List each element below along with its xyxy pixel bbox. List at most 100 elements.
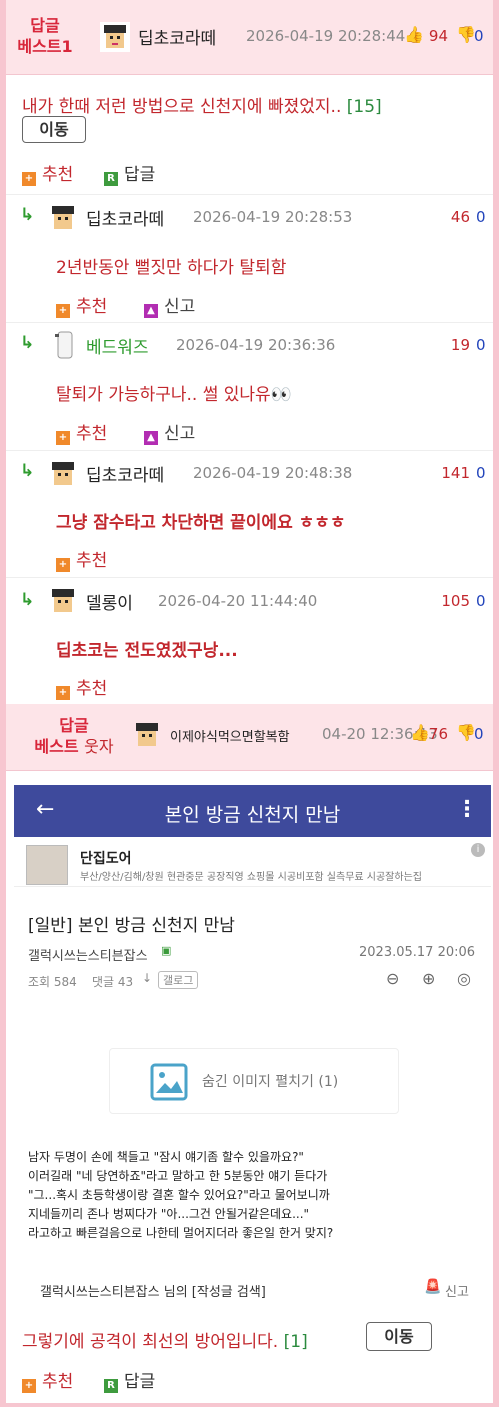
reply-count: [15]	[346, 97, 382, 117]
downvote-count: 0	[476, 208, 486, 226]
recommend-label: 추천	[42, 1372, 74, 1392]
best-label-suffix: 웃자	[84, 737, 114, 756]
reply-text: 탈퇴가 가능하구나.. 썰 있나유👀	[56, 385, 292, 405]
zoom-out-icon: ⊖	[386, 969, 400, 988]
post-line: 이러길래 "네 당연하죠"라고 말하고 한 5분동안 얘기 듣다가	[28, 1169, 328, 1183]
reply-nick[interactable]: 딥초코라떼	[86, 461, 164, 486]
post-line: "그...혹시 초등학생이랑 결혼 할수 있어요?"라고 물어보니까	[28, 1188, 330, 1202]
siren-icon: 🚨	[424, 1279, 442, 1295]
comment-time: 2026-04-19 20:28:44	[246, 27, 406, 45]
recommend-button[interactable]: + 추천	[22, 1367, 73, 1393]
downvote-count: 0	[474, 725, 484, 743]
gallog-button: 갤로그	[158, 971, 199, 989]
thumbs-down-icon[interactable]: 👎	[456, 25, 476, 44]
post-title: [일반] 본인 방금 신천지 만남	[28, 916, 235, 936]
comment-nick[interactable]: 이제야식먹으면할복함	[170, 726, 290, 745]
best-label: 답글 베스트1	[16, 15, 74, 57]
recommend-label: 추천	[76, 297, 108, 317]
info-icon: i	[471, 843, 485, 857]
reply-nick[interactable]: 베드워즈	[86, 333, 149, 358]
recommend-button[interactable]: + 추천	[56, 546, 107, 572]
more-icon: ⋮	[456, 797, 478, 822]
reply-arrow-icon: ↳	[20, 333, 35, 353]
recommend-label: 추천	[42, 165, 74, 185]
recommend-button[interactable]: + 추천	[56, 419, 107, 445]
gallog-badge-icon: ▣	[161, 944, 172, 957]
reply-time: 2026-04-20 11:44:40	[158, 592, 318, 610]
upvote-count: 141	[441, 464, 470, 482]
avatar[interactable]	[100, 22, 130, 52]
plus-icon: +	[22, 172, 36, 186]
reply-arrow-icon: ↳	[20, 461, 35, 481]
reply-time: 2026-04-19 20:48:38	[193, 464, 353, 482]
report-link: 신고	[445, 1285, 469, 1300]
upvote-count: 19	[450, 336, 470, 354]
reply-nick[interactable]: 딥초코라떼	[86, 205, 164, 230]
recommend-button[interactable]: + 추천	[56, 292, 107, 318]
reply-label: 답글	[124, 165, 156, 185]
best-comment-header: 답글 베스트1 딥초코라떼 2026-04-19 20:28:44 👍 94 👎…	[6, 0, 493, 75]
avatar[interactable]	[48, 459, 78, 489]
reply-icon: R	[104, 1379, 118, 1393]
warning-icon: ▲	[144, 431, 158, 445]
reply-text: 2년반동안 뻘짓만 하다가 탈퇴함	[56, 258, 287, 278]
divider	[6, 322, 493, 323]
report-button[interactable]: ▲ 신고	[144, 419, 195, 445]
plus-icon: +	[22, 1379, 36, 1393]
post-author: 갤럭시쓰는스티븐잡스	[28, 949, 148, 964]
ad-subtitle: 부산/양산/김해/창원 현관중문 공장직영 쇼핑몰 시공비포함 실측무료 시공잘…	[80, 872, 422, 883]
reply-button[interactable]: R 답글	[104, 1367, 155, 1393]
post-date: 2023.05.17 20:06	[359, 945, 476, 960]
comment-text: 내가 한때 저런 방법으로 신천지에 빠졌었지.. [15]	[22, 92, 382, 117]
post-body: 남자 두명이 손에 책들고 "잠시 얘기좀 할수 있을까요?" 이러길래 "네 …	[28, 1148, 333, 1243]
divider	[6, 194, 493, 195]
comment-nick[interactable]: 딥초코라떼	[138, 24, 216, 49]
avatar[interactable]	[132, 720, 162, 750]
bell-icon: ◎	[457, 969, 471, 988]
app-bar-title: 본인 방금 신천지 만남	[164, 804, 341, 826]
upvote-count: 46	[450, 208, 470, 226]
downvote-count: 0	[476, 336, 486, 354]
best-label: 답글 베스트 웃자	[14, 715, 134, 757]
recommend-label: 추천	[76, 551, 108, 571]
comment-count: 댓글 43	[92, 975, 134, 989]
avatar[interactable]	[52, 330, 76, 360]
reply-count: [1]	[283, 1332, 308, 1352]
best-label-line1: 답글	[59, 716, 89, 735]
plus-icon: +	[56, 558, 70, 572]
plus-icon: +	[56, 686, 70, 700]
app-bar: ← 본인 방금 신천지 만남 ⋮	[14, 785, 491, 837]
thumbs-up-icon[interactable]: 👍	[404, 25, 424, 44]
reply-button[interactable]: R 답글	[104, 160, 155, 186]
report-label: 신고	[164, 297, 196, 317]
plus-icon: +	[56, 304, 70, 318]
divider	[6, 450, 493, 451]
view-count: 조회 584	[28, 975, 77, 989]
upvote-count: 94	[428, 27, 448, 45]
report-label: 신고	[164, 424, 196, 444]
comment-text: 그렇기에 공격이 최선의 방어입니다. [1]	[22, 1327, 308, 1352]
post-line: 남자 두명이 손에 책들고 "잠시 얘기좀 할수 있을까요?"	[28, 1150, 304, 1164]
recommend-button[interactable]: + 추천	[22, 160, 73, 186]
reply-icon: R	[104, 172, 118, 186]
move-button[interactable]: 이동	[366, 1322, 432, 1351]
thumbs-down-icon[interactable]: 👎	[456, 723, 476, 742]
attached-screenshot: ← 본인 방금 신천지 만남 ⋮ 단집도어 부산/양산/김해/창원 현관중문 공…	[14, 785, 491, 1305]
upvote-count: 105	[441, 592, 470, 610]
reply-time: 2026-04-19 20:36:36	[176, 336, 336, 354]
upvote-count: 76	[428, 725, 448, 743]
reply-arrow-icon: ↳	[20, 205, 35, 225]
best-label-line1: 답글	[30, 16, 60, 35]
avatar[interactable]	[48, 586, 78, 616]
reply-time: 2026-04-19 20:28:53	[193, 208, 353, 226]
recommend-button[interactable]: + 추천	[56, 674, 107, 700]
post-line: 라고하고 빠른걸음으로 나한테 멀어지더라 좋은일 한거 맞지?	[28, 1226, 334, 1240]
move-button[interactable]: 이동	[22, 116, 86, 143]
reply-text: 딥초코는 전도였겠구낭...	[56, 641, 238, 661]
reply-arrow-icon: ↳	[20, 590, 35, 610]
reply-nick[interactable]: 델롱이	[86, 589, 133, 614]
report-button[interactable]: ▲ 신고	[144, 292, 195, 318]
avatar[interactable]	[48, 203, 78, 233]
recommend-label: 추천	[76, 679, 108, 699]
recommend-label: 추천	[76, 424, 108, 444]
